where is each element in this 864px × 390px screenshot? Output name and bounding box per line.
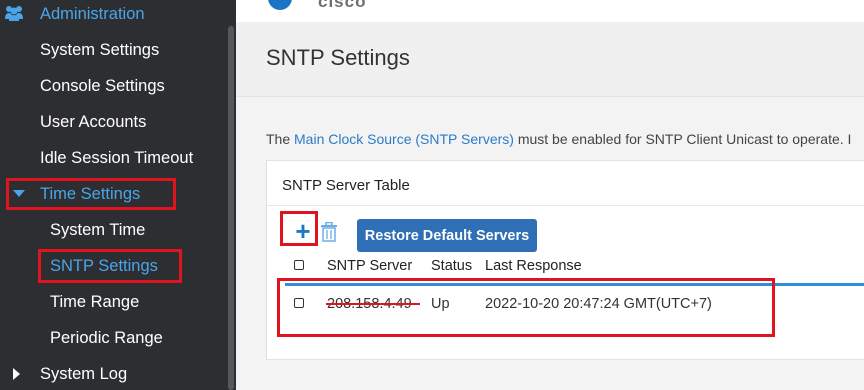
sidebar-item-label: Idle Session Timeout xyxy=(40,149,194,167)
sidebar-item-sntp-settings[interactable]: SNTP Settings xyxy=(0,248,228,284)
restore-default-servers-button[interactable]: Restore Default Servers xyxy=(357,219,537,252)
users-icon xyxy=(5,6,23,21)
cell-last-response: 2022-10-20 20:47:24 GMT(UTC+7) xyxy=(485,296,712,312)
trash-icon[interactable] xyxy=(320,222,338,242)
main-clock-source-link[interactable]: Main Clock Source (SNTP Servers) xyxy=(294,131,514,147)
sidebar-item-label: SNTP Settings xyxy=(50,257,158,275)
select-all-checkbox[interactable] xyxy=(294,260,304,270)
sidebar-item-label: System Settings xyxy=(40,41,160,59)
caret-right-icon xyxy=(13,368,20,380)
brand-logo-text: cisco xyxy=(318,0,367,11)
sidebar-item-time-settings[interactable]: Time Settings xyxy=(0,176,228,212)
sidebar-item-label: Console Settings xyxy=(40,77,165,95)
add-button[interactable]: + xyxy=(292,218,314,244)
sidebar-item-label: System Time xyxy=(50,221,146,239)
table-header-divider xyxy=(285,283,864,286)
sidebar-item-user-accounts[interactable]: User Accounts xyxy=(0,104,228,140)
sidebar-section-label: Administration xyxy=(40,5,145,23)
redaction-strike xyxy=(326,303,420,305)
sidebar-item-system-time[interactable]: System Time xyxy=(0,212,228,248)
caret-down-icon xyxy=(13,190,25,197)
sidebar-item-idle-session-timeout[interactable]: Idle Session Timeout xyxy=(0,140,228,176)
sidebar-section-administration[interactable]: Administration xyxy=(0,0,228,32)
sidebar-item-system-log[interactable]: System Log xyxy=(0,356,228,390)
sidebar-item-label: User Accounts xyxy=(40,113,147,131)
sidebar-item-periodic-range[interactable]: Periodic Range xyxy=(0,320,228,356)
info-suffix: must be enabled for SNTP Client Unicast … xyxy=(513,131,852,147)
sidebar-item-label: System Log xyxy=(40,365,128,383)
sidebar-scrollbar[interactable] xyxy=(228,26,234,390)
top-bar: cisco xyxy=(236,0,864,22)
sidebar-item-system-settings[interactable]: System Settings xyxy=(0,32,228,68)
info-message: The Main Clock Source (SNTP Servers) mus… xyxy=(266,131,851,147)
sidebar-item-label: Time Settings xyxy=(40,185,141,203)
page-header: SNTP Settings xyxy=(236,22,864,97)
row-checkbox[interactable] xyxy=(294,298,304,308)
column-header-status: Status xyxy=(431,258,473,274)
page-title: SNTP Settings xyxy=(266,45,410,70)
sidebar: Administration System Settings Console S… xyxy=(0,0,236,390)
cisco-logo-icon xyxy=(268,0,292,10)
sidebar-item-console-settings[interactable]: Console Settings xyxy=(0,68,228,104)
panel-header: SNTP Server Table xyxy=(267,161,864,206)
panel-title: SNTP Server Table xyxy=(282,177,410,194)
sidebar-item-time-range[interactable]: Time Range xyxy=(0,284,228,320)
sidebar-item-label: Periodic Range xyxy=(50,329,163,347)
info-prefix: The xyxy=(266,131,295,147)
column-header-sntp-server: SNTP Server xyxy=(327,258,413,274)
column-header-last-response: Last Response xyxy=(485,258,582,274)
sidebar-item-label: Time Range xyxy=(50,293,140,311)
cell-status: Up xyxy=(431,296,450,312)
